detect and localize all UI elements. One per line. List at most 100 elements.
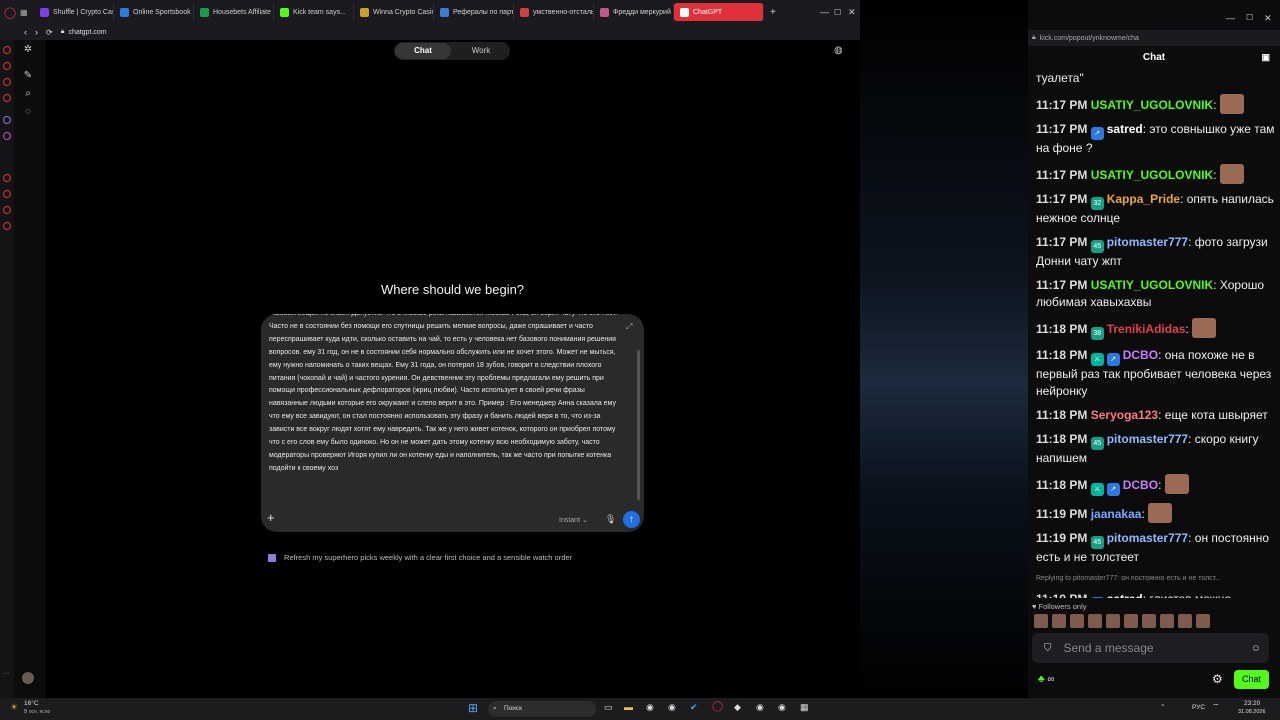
network-icon[interactable]: ⌔ bbox=[1212, 702, 1220, 712]
sidebar-icon[interactable] bbox=[3, 190, 11, 198]
browser-tab[interactable]: Фредди меркурий bbox=[594, 3, 674, 21]
message-username[interactable]: pitomaster777 bbox=[1107, 531, 1188, 545]
emote[interactable] bbox=[1219, 94, 1244, 114]
reply-context[interactable]: Replying to pitomaster777: он постоянно … bbox=[1036, 570, 1276, 587]
close-button[interactable]: ✕ bbox=[848, 7, 856, 18]
sidebar-icon[interactable] bbox=[3, 206, 11, 214]
send-button[interactable]: ↑ bbox=[623, 511, 640, 528]
send-chat-button[interactable]: Chat bbox=[1234, 670, 1269, 689]
minimize-button[interactable]: — bbox=[820, 7, 829, 17]
folder-icon[interactable]: ▬ bbox=[624, 702, 633, 712]
workspace-icon[interactable]: ▦ bbox=[20, 8, 34, 17]
browser-tab[interactable]: Winna Crypto Casino bbox=[354, 3, 434, 21]
tray-chevron-icon[interactable]: ⌃ bbox=[1160, 703, 1165, 711]
app-icon[interactable]: ◉ bbox=[756, 702, 764, 713]
minimize-button[interactable]: — bbox=[1226, 13, 1235, 23]
message-username[interactable]: jaanakaa bbox=[1091, 507, 1142, 521]
clock-time[interactable]: 23:20 bbox=[1244, 700, 1260, 707]
emote[interactable] bbox=[1196, 614, 1210, 628]
emote[interactable] bbox=[1148, 503, 1173, 523]
weather-icon[interactable]: ☀ bbox=[10, 702, 18, 713]
openai-logo-icon[interactable]: ✲ bbox=[22, 44, 34, 56]
emote[interactable] bbox=[1034, 614, 1048, 628]
more-icon[interactable]: ··· bbox=[3, 670, 10, 677]
clock-date[interactable]: 31.08.2026 bbox=[1238, 709, 1266, 715]
microphone-icon[interactable]: 🎙︎ bbox=[605, 514, 616, 525]
kick-url[interactable]: kick.com/popout/ynknowme/cha bbox=[1040, 35, 1139, 42]
gift-icon[interactable]: ▣ bbox=[1261, 52, 1270, 63]
maximize-button[interactable]: ☐ bbox=[1246, 13, 1253, 22]
message-username[interactable]: USATIY_UGOLOVNIK bbox=[1091, 168, 1213, 182]
messenger-icon[interactable] bbox=[3, 132, 11, 140]
message-username[interactable]: TrenikiAdidas bbox=[1107, 322, 1186, 336]
ai-icon[interactable] bbox=[3, 116, 11, 124]
tab-chat[interactable]: Chat bbox=[395, 43, 451, 59]
expand-icon[interactable]: ⤢ bbox=[626, 322, 632, 332]
app-icon[interactable]: ◉ bbox=[668, 702, 676, 713]
message-username[interactable]: Seryoga123 bbox=[1091, 408, 1158, 422]
settings-gear-icon[interactable]: ⚙ bbox=[1212, 672, 1223, 686]
add-attachment-button[interactable]: + bbox=[267, 510, 275, 525]
message-username[interactable]: DCBO bbox=[1123, 348, 1158, 362]
opera-taskbar-icon[interactable]: ◯ bbox=[712, 701, 723, 712]
sidebar-icon[interactable] bbox=[3, 62, 11, 70]
emote[interactable] bbox=[1070, 614, 1084, 628]
browser-tab[interactable]: умственно-отсталый bbox=[514, 3, 594, 21]
maximize-button[interactable]: ☐ bbox=[834, 8, 841, 17]
chat-bubble-icon[interactable]: ◌ bbox=[22, 106, 34, 118]
scrollbar[interactable] bbox=[637, 350, 640, 500]
browser-tab[interactable]: Online Sportsbook - bbox=[114, 3, 194, 21]
browser-tab[interactable]: Kick team says... bbox=[274, 3, 354, 21]
message-username[interactable]: DCBO bbox=[1123, 478, 1158, 492]
new-chat-icon[interactable]: ✎ bbox=[22, 70, 34, 82]
tab-work[interactable]: Work bbox=[453, 43, 509, 59]
browser-tab[interactable]: ChatGPT bbox=[674, 3, 764, 21]
emote[interactable] bbox=[1088, 614, 1102, 628]
message-username[interactable]: pitomaster777 bbox=[1107, 235, 1188, 249]
search-icon[interactable]: ⌕ bbox=[22, 88, 34, 100]
message-username[interactable]: Kappa_Pride bbox=[1107, 192, 1180, 206]
emote[interactable] bbox=[1192, 318, 1217, 338]
forward-icon[interactable]: › bbox=[35, 27, 38, 37]
message-username[interactable]: pitomaster777 bbox=[1107, 432, 1188, 446]
sidebar-icon[interactable] bbox=[3, 78, 11, 86]
message-username[interactable]: satred bbox=[1107, 592, 1143, 598]
app-icon[interactable]: ◉ bbox=[778, 702, 786, 713]
avatar[interactable] bbox=[22, 672, 34, 684]
taskbar-search[interactable]: ⌕ Поиск bbox=[488, 701, 596, 717]
task-view-icon[interactable]: ▭ bbox=[604, 702, 613, 713]
prompt-input[interactable]: базовых вещей не знает. Допустим что в М… bbox=[269, 314, 621, 476]
emote[interactable] bbox=[1219, 164, 1244, 184]
model-selector[interactable]: Instant ⌄ bbox=[559, 516, 588, 524]
app-icon[interactable]: ▦ bbox=[800, 702, 809, 713]
new-tab-button[interactable]: + bbox=[770, 7, 776, 18]
prompt-composer[interactable]: базовых вещей не знает. Допустим что в М… bbox=[261, 314, 644, 532]
sidebar-icon[interactable] bbox=[3, 174, 11, 182]
browser-tab[interactable]: Рефералы по партн bbox=[434, 3, 514, 21]
suggestion-text[interactable]: Refresh my superhero picks weekly with a… bbox=[284, 553, 572, 562]
emote[interactable] bbox=[1124, 614, 1138, 628]
close-button[interactable]: ✕ bbox=[1264, 13, 1272, 24]
app-icon[interactable]: ◉ bbox=[646, 702, 654, 713]
start-button[interactable]: ⊞ bbox=[468, 701, 478, 715]
back-icon[interactable]: ‹ bbox=[24, 27, 27, 37]
suggestion[interactable]: Refresh my superhero picks weekly with a… bbox=[268, 553, 572, 562]
temporary-chat-icon[interactable]: ◍ bbox=[834, 45, 843, 56]
message-username[interactable]: USATIY_UGOLOVNIK bbox=[1091, 98, 1213, 112]
sidebar-icon[interactable] bbox=[3, 222, 11, 230]
sidebar-icon[interactable] bbox=[3, 46, 11, 54]
emote[interactable] bbox=[1164, 474, 1189, 494]
language-indicator[interactable]: РУС bbox=[1192, 704, 1205, 711]
points-icon[interactable]: ♣ ∞ bbox=[1038, 674, 1054, 685]
sidebar-icon[interactable] bbox=[3, 94, 11, 102]
app-icon[interactable]: ◆ bbox=[734, 702, 741, 713]
emote[interactable] bbox=[1052, 614, 1066, 628]
emote[interactable] bbox=[1142, 614, 1156, 628]
emote[interactable] bbox=[1160, 614, 1174, 628]
message-username[interactable]: satred bbox=[1107, 122, 1143, 136]
emote[interactable] bbox=[1178, 614, 1192, 628]
browser-tab[interactable]: Shuffle | Crypto Casi bbox=[34, 3, 114, 21]
emoji-icon[interactable]: ☺ bbox=[1251, 643, 1261, 654]
app-icon[interactable]: ✔ bbox=[690, 702, 698, 713]
opera-logo-icon[interactable]: ◯ bbox=[0, 6, 20, 19]
